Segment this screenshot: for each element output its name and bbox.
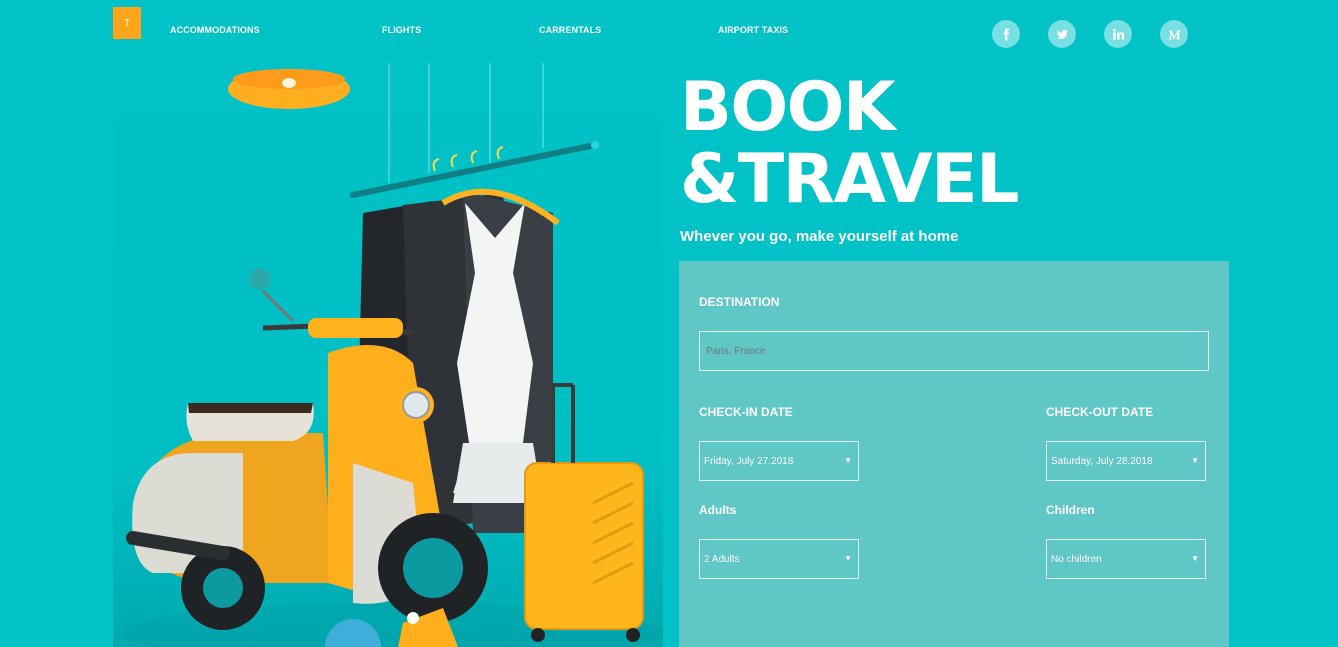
- adults-select[interactable]: 2 Adults ▼: [699, 539, 859, 579]
- subtitle: Whever you go, make yourself at home: [680, 228, 959, 245]
- adults-label: Adults: [699, 503, 737, 517]
- chevron-down-icon: ▼: [844, 554, 852, 563]
- chevron-down-icon: ▼: [844, 456, 852, 465]
- nav-accommodations[interactable]: ACCOMMODATIONS: [170, 25, 260, 35]
- hero-illustration: [113, 63, 663, 647]
- children-value: No children: [1051, 553, 1102, 565]
- checkout-label: CHECK-OUT DATE: [1046, 405, 1154, 419]
- nav-carrentals[interactable]: CARRENTALS: [539, 25, 601, 35]
- checkout-value: Saturday, July 28.2018: [1051, 455, 1153, 467]
- twitter-icon[interactable]: [1048, 20, 1076, 48]
- page-title: BOOK &TRAVEL: [680, 68, 1019, 219]
- medium-icon[interactable]: [1160, 20, 1188, 48]
- facebook-icon[interactable]: [992, 20, 1020, 48]
- logo[interactable]: T: [113, 7, 141, 39]
- chevron-down-icon: ▼: [1191, 554, 1199, 563]
- checkin-select[interactable]: Friday, July 27.2018 ▼: [699, 441, 859, 481]
- chevron-down-icon: ▼: [1191, 456, 1199, 465]
- children-label: Children: [1046, 503, 1095, 517]
- title-line-1: BOOK: [680, 68, 896, 147]
- linkedin-icon[interactable]: [1104, 20, 1132, 48]
- nav-flights[interactable]: FLIGHTS: [382, 25, 421, 35]
- checkin-label: CHECK-IN DATE: [699, 405, 793, 419]
- title-line-2: &TRAVEL: [680, 140, 1019, 219]
- destination-input[interactable]: [699, 331, 1209, 371]
- checkin-value: Friday, July 27.2018: [704, 455, 794, 467]
- adults-value: 2 Adults: [704, 553, 740, 565]
- nav-airport-taxis[interactable]: AIRPORT TAXIS: [718, 25, 788, 35]
- children-select[interactable]: No children ▼: [1046, 539, 1206, 579]
- destination-label: DESTINATION: [699, 295, 780, 309]
- checkout-select[interactable]: Saturday, July 28.2018 ▼: [1046, 441, 1206, 481]
